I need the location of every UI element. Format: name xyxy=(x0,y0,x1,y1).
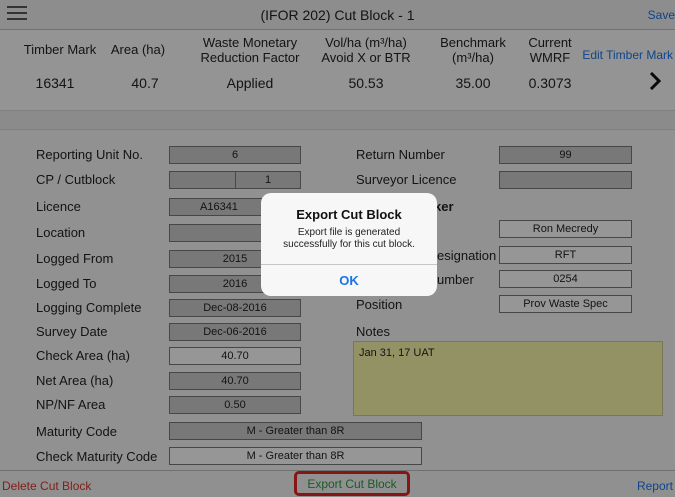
dialog-ok-button[interactable]: OK xyxy=(261,265,437,296)
dialog-title: Export Cut Block xyxy=(296,207,402,222)
export-alert-dialog: Export Cut Block Export file is generate… xyxy=(261,193,437,296)
dialog-message: Export file is generated successfully fo… xyxy=(283,227,415,250)
